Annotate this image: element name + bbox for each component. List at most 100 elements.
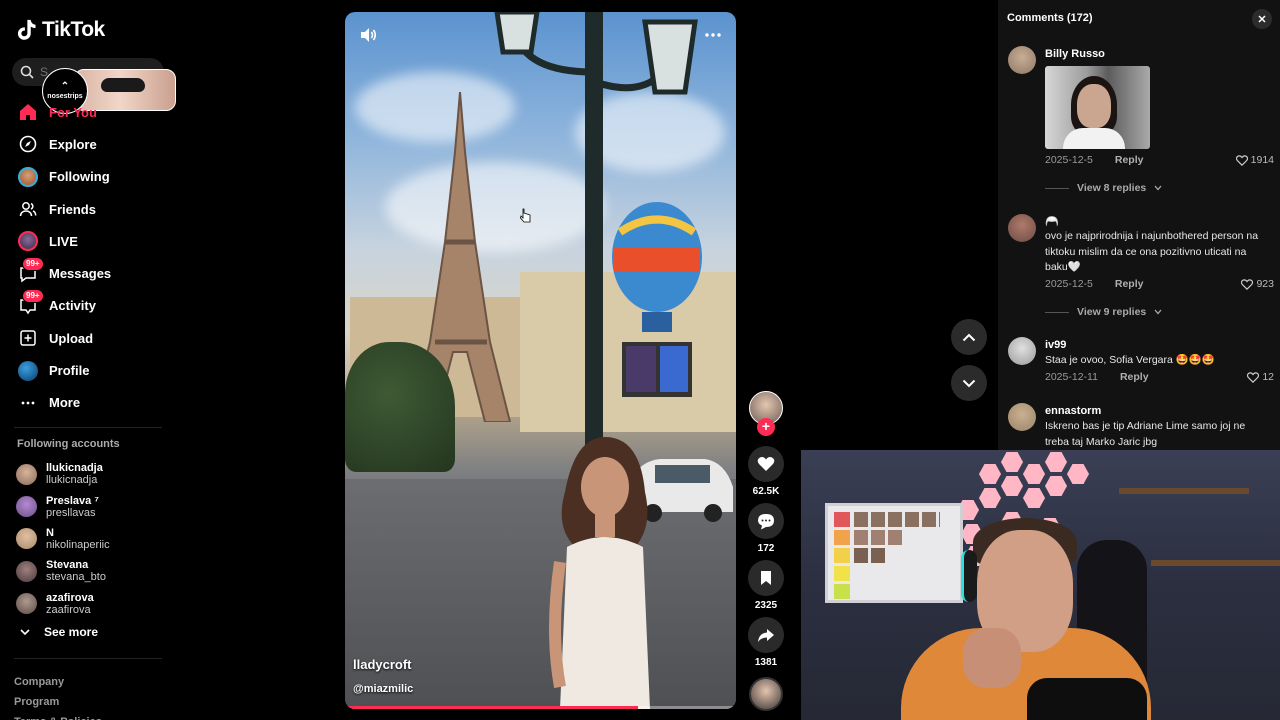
avatar[interactable] <box>1008 46 1036 74</box>
avatar[interactable] <box>1008 214 1036 242</box>
footer-link-terms[interactable]: Terms & Policies <box>14 712 102 720</box>
comment-like-button[interactable]: 923 <box>1241 278 1274 290</box>
activity-badge: 99+ <box>22 288 44 303</box>
search-icon <box>20 65 34 79</box>
nav-messages[interactable]: 99+ Messages <box>14 256 174 289</box>
profile-avatar-icon <box>18 360 38 381</box>
video-author[interactable]: lladycroft <box>353 657 412 672</box>
avatar[interactable] <box>1008 337 1036 365</box>
comment-like-button[interactable]: 1914 <box>1235 154 1274 166</box>
following-accounts-title: Following accounts <box>17 438 120 450</box>
sidebar-divider <box>14 658 162 659</box>
heart-outline-icon <box>1235 154 1248 166</box>
comment-author[interactable]: iv99 <box>1045 339 1066 351</box>
reply-button[interactable]: Reply <box>1115 154 1144 166</box>
nav-explore[interactable]: Explore <box>14 128 174 160</box>
nav-following[interactable]: Following <box>14 161 174 193</box>
nav-more[interactable]: More <box>14 387 174 419</box>
avatar[interactable] <box>1008 403 1036 431</box>
compass-icon <box>18 134 38 154</box>
mouse-cursor-icon <box>520 208 532 229</box>
nav-label: For You <box>49 104 97 120</box>
nav-upload[interactable]: Upload <box>14 322 174 354</box>
nav-label: Explore <box>49 136 97 152</box>
video-handle[interactable]: @miazmilic <box>353 683 413 695</box>
friends-icon <box>18 199 38 219</box>
nav-label: Friends <box>49 201 96 217</box>
share-arrow-icon <box>758 628 774 642</box>
upload-plus-icon <box>18 328 38 348</box>
account-handle: llukicnadja <box>46 474 98 487</box>
footer-link-company[interactable]: Company <box>14 672 102 692</box>
following-account-item[interactable]: Preslava ⁷ presllavas <box>16 490 176 522</box>
more-options-icon[interactable] <box>702 24 724 46</box>
see-more-button[interactable]: See more <box>20 625 98 639</box>
main-nav: For You Explore Following Friends LIVE 9… <box>14 96 174 419</box>
close-icon <box>1258 15 1266 23</box>
video-player[interactable]: lladycroft @miazmilic <box>345 12 736 709</box>
view-replies-button[interactable]: View 9 replies <box>1045 306 1162 318</box>
next-video-button[interactable] <box>951 365 987 401</box>
save-button[interactable] <box>748 560 784 596</box>
account-handle: nikolinaperiic <box>46 538 110 551</box>
see-more-label: See more <box>44 625 99 639</box>
following-account-item[interactable]: llukicnadja llukicnadja <box>16 458 176 490</box>
comment-author[interactable]: Billy Russo <box>1045 48 1105 60</box>
nav-profile[interactable]: Profile <box>14 354 174 386</box>
chevron-down-icon <box>1154 309 1162 315</box>
account-handle: zaafirova <box>46 603 91 616</box>
comment-image[interactable] <box>1045 66 1150 149</box>
account-name: Preslava ⁷ <box>46 494 99 507</box>
nav-for-you[interactable]: For You <box>14 96 174 128</box>
comments-header: Comments (172) <box>1007 12 1093 24</box>
avatar <box>16 560 37 582</box>
volume-icon[interactable] <box>357 24 379 46</box>
account-name: N <box>46 526 54 539</box>
chevron-up-icon: ⌃ <box>60 80 70 92</box>
microphone <box>1027 678 1147 720</box>
comment-author[interactable]: ennastorm <box>1045 405 1101 417</box>
app-title: TikTok <box>42 18 105 41</box>
nav-label: Messages <box>49 266 112 282</box>
account-handle: stevana_bto <box>46 571 106 584</box>
reply-button[interactable]: Reply <box>1120 371 1149 383</box>
account-name: Stevana <box>46 559 89 572</box>
view-replies-button[interactable]: View 8 replies <box>1045 182 1162 194</box>
following-account-item[interactable]: azafirova zaafirova <box>16 588 176 620</box>
chevron-down-icon <box>20 629 30 636</box>
streamer-hand <box>963 628 1021 688</box>
follow-plus-button[interactable]: + <box>757 418 775 436</box>
sidebar-divider <box>14 427 162 428</box>
close-comments-button[interactable] <box>1252 9 1272 29</box>
sidebar: TikTok ⌃ nosestrips For You Explore Foll… <box>0 0 180 720</box>
nav-live[interactable]: LIVE <box>14 225 174 257</box>
sound-disc[interactable] <box>749 677 783 711</box>
reply-button[interactable]: Reply <box>1115 278 1144 290</box>
comment-button[interactable] <box>748 503 784 539</box>
like-button[interactable] <box>748 446 784 482</box>
following-account-item[interactable]: Nnikolinaperiic <box>16 523 176 555</box>
comment-like-button[interactable]: 12 <box>1247 371 1274 383</box>
nav-friends[interactable]: Friends <box>14 193 174 225</box>
view-replies-label: View 9 replies <box>1077 306 1147 318</box>
footer-link-program[interactable]: Program <box>14 692 102 712</box>
tier-list-whiteboard <box>825 503 963 603</box>
comment-date: 2025-12-5 <box>1045 154 1093 166</box>
nav-activity[interactable]: 99+ Activity <box>14 288 174 322</box>
share-count: 1381 <box>754 657 778 668</box>
comment-author[interactable]: 🦳 <box>1045 215 1059 228</box>
live-avatar-icon <box>18 231 38 252</box>
video-progress-bar[interactable] <box>345 706 736 709</box>
comment-date: 2025-12-11 <box>1045 371 1098 383</box>
view-replies-label: View 8 replies <box>1077 182 1147 194</box>
headset <box>961 550 977 602</box>
previous-video-button[interactable] <box>951 319 987 355</box>
account-handle: presllavas <box>46 506 96 519</box>
tiktok-logo[interactable]: TikTok <box>16 18 105 42</box>
share-button[interactable] <box>748 617 784 653</box>
tiktok-note-icon <box>17 19 36 40</box>
activity-icon: 99+ <box>18 288 44 316</box>
avatar <box>16 593 37 615</box>
following-account-item[interactable]: Stevana stevana_bto <box>16 555 176 587</box>
nav-label: Profile <box>49 363 90 379</box>
